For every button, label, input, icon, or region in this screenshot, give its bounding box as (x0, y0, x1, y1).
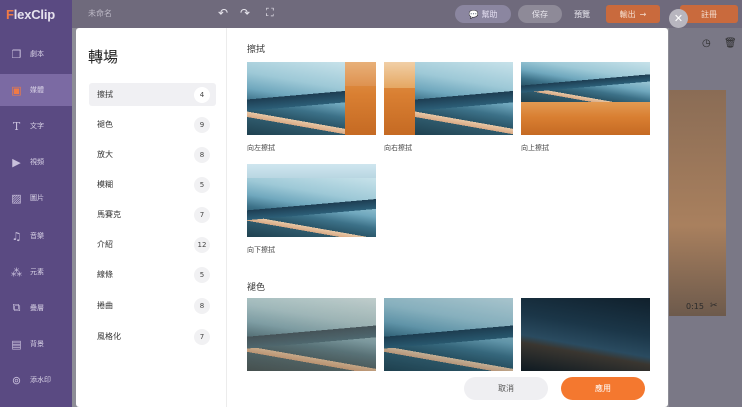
sidebar-item-video[interactable]: ▶ 視頻 (0, 146, 72, 178)
export-button[interactable]: 輸出 → (606, 5, 660, 23)
help-button[interactable]: 💬 幫助 (455, 5, 511, 23)
scissors-icon[interactable]: ✂ (710, 301, 718, 311)
sidebar-item-image[interactable]: ▨ 圖片 (0, 182, 72, 214)
close-modal-button[interactable]: ✕ (669, 9, 688, 28)
top-toolbar: 未命名 ↶ ↷ ⛶ 💬 幫助 保存 預覽 輸出 → 註冊 (72, 0, 742, 28)
category-count: 9 (194, 116, 210, 133)
folder-icon: ▣ (11, 83, 22, 97)
duration-label: 0:15 (686, 302, 704, 311)
category-count: 7 (194, 206, 210, 223)
category-panel: 轉場 擦拭 4 褪色 9 放大 8 模糊 5 馬賽克 7 介紹 12 線條 5 捲曲 8 風格化… (76, 28, 227, 407)
transition-grid: 擦拭 向左擦拭 向右擦拭 向上擦拭 向下擦拭 褪色 取消 應用 (227, 28, 668, 407)
sidebar-item-script[interactable]: ❐ 劇本 (0, 38, 72, 70)
sidebar-item-text[interactable]: T 文字 (0, 110, 72, 142)
image-icon: ▨ (11, 191, 22, 205)
section-title-fade: 褪色 (247, 283, 266, 293)
transition-thumb-wipe-right[interactable] (384, 62, 513, 135)
preview-button[interactable]: 預覽 (566, 5, 598, 23)
elements-icon: ⁂ (11, 265, 22, 279)
cancel-button[interactable]: 取消 (464, 377, 548, 400)
category-lines[interactable]: 線條 5 (89, 263, 216, 286)
chat-icon: 💬 (468, 9, 479, 19)
category-count: 5 (194, 266, 210, 283)
project-name[interactable]: 未命名 (88, 8, 112, 19)
transition-thumb-fade-3[interactable] (521, 298, 650, 371)
category-curl[interactable]: 捲曲 8 (89, 294, 216, 317)
category-count: 7 (194, 328, 210, 345)
category-blur[interactable]: 模糊 5 (89, 173, 216, 196)
section-title-wipe: 擦拭 (247, 45, 266, 55)
signup-button[interactable]: 註冊 (680, 5, 738, 23)
overlay-icon: ⧉ (12, 301, 21, 314)
category-count: 4 (194, 86, 210, 103)
sidebar-item-overlay[interactable]: ⧉ 疊層 (0, 292, 72, 324)
category-count: 12 (194, 236, 210, 253)
trash-icon[interactable]: 🗑 (724, 38, 737, 49)
clock-icon[interactable]: ◷ (702, 38, 711, 49)
app-logo[interactable]: FlexClip (6, 7, 55, 22)
video-icon: ▶ (12, 155, 21, 169)
undo-icon[interactable]: ↶ (218, 6, 228, 20)
fullscreen-icon[interactable]: ⛶ (266, 6, 274, 20)
transition-label: 向右擦拭 (384, 144, 412, 152)
category-count: 8 (194, 297, 210, 314)
modal-title: 轉場 (88, 48, 119, 66)
category-mosaic[interactable]: 馬賽克 7 (89, 203, 216, 226)
save-button[interactable]: 保存 (518, 5, 562, 23)
watermark-icon: ⊚ (11, 373, 22, 387)
category-zoom[interactable]: 放大 8 (89, 143, 216, 166)
sidebar: FlexClip ❐ 劇本 ▣ 媒體 T 文字 ▶ 視頻 ▨ 圖片 ♫ 音樂 ⁂ 元素 ⧉ 疊層… (0, 0, 72, 407)
apply-button[interactable]: 應用 (561, 377, 645, 400)
category-fade[interactable]: 褪色 9 (89, 113, 216, 136)
category-stylize[interactable]: 風格化 7 (89, 325, 216, 348)
sidebar-item-watermark[interactable]: ⊚ 添水印 (0, 364, 72, 396)
background-icon: ▤ (11, 337, 22, 351)
text-icon: T (12, 119, 21, 133)
transition-label: 向左擦拭 (247, 144, 275, 152)
music-icon: ♫ (11, 229, 22, 243)
transition-modal: 轉場 擦拭 4 褪色 9 放大 8 模糊 5 馬賽克 7 介紹 12 線條 5 捲曲 8 風格化… (76, 28, 668, 407)
transition-thumb-wipe-up[interactable] (521, 62, 650, 135)
preview-frame (669, 90, 726, 316)
transition-label: 向下擦拭 (247, 246, 275, 254)
sidebar-item-elements[interactable]: ⁂ 元素 (0, 256, 72, 288)
category-count: 8 (194, 146, 210, 163)
category-intro[interactable]: 介紹 12 (89, 233, 216, 256)
layers-icon: ❐ (11, 47, 22, 61)
sidebar-item-background[interactable]: ▤ 背景 (0, 328, 72, 360)
arrow-right-icon: → (639, 9, 647, 19)
editor-preview-area (669, 28, 742, 407)
close-icon: ✕ (673, 12, 684, 25)
sidebar-item-music[interactable]: ♫ 音樂 (0, 220, 72, 252)
transition-thumb-wipe-down[interactable] (247, 164, 376, 237)
transition-thumb-fade-2[interactable] (384, 298, 513, 371)
sidebar-item-media[interactable]: ▣ 媒體 (0, 74, 72, 106)
category-wipe[interactable]: 擦拭 4 (89, 83, 216, 106)
category-count: 5 (194, 176, 210, 193)
transition-thumb-wipe-left[interactable] (247, 62, 376, 135)
redo-icon[interactable]: ↷ (240, 6, 250, 20)
transition-thumb-fade-1[interactable] (247, 298, 376, 371)
transition-label: 向上擦拭 (521, 144, 549, 152)
